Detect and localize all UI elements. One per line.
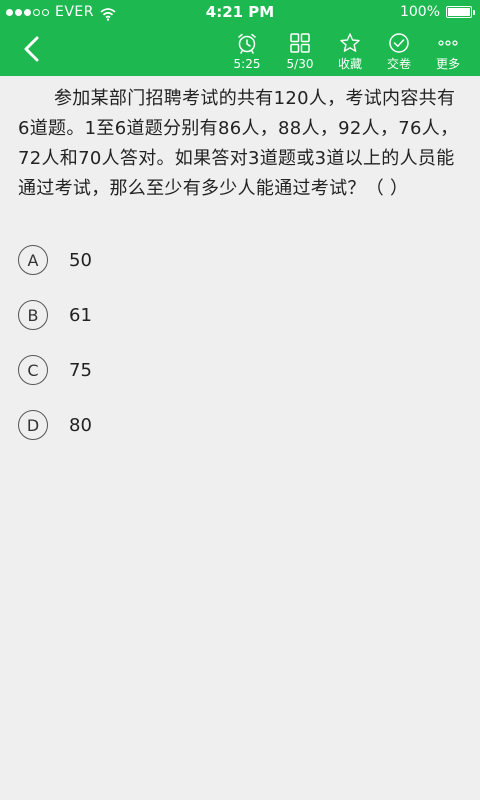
grid-icon bbox=[289, 32, 311, 54]
more-label: 更多 bbox=[435, 57, 460, 71]
top-header: EVER 4:21 PM 100% 5:25 5/30 收藏 交卷 更多 bbox=[0, 0, 480, 76]
question-text: 参加某部门招聘考试的共有120人，考试内容共有6道题。1至6道题分别有86人，8… bbox=[18, 88, 459, 199]
status-right: 100% bbox=[399, 0, 475, 24]
favorite-button[interactable]: 收藏 bbox=[325, 30, 375, 76]
check-circle-icon bbox=[388, 32, 410, 54]
progress-label: 5/30 bbox=[286, 57, 314, 71]
option-d-letter: D bbox=[18, 410, 48, 440]
option-d-value: 80 bbox=[69, 414, 92, 436]
star-icon bbox=[339, 32, 361, 54]
option-b-value: 61 bbox=[69, 304, 92, 326]
battery-icon bbox=[446, 6, 475, 18]
option-d[interactable]: D 80 bbox=[18, 408, 458, 442]
progress-button[interactable]: 5/30 bbox=[275, 30, 325, 76]
battery-percent: 100% bbox=[399, 4, 440, 20]
timer-label: 5:25 bbox=[233, 57, 261, 71]
option-c-letter: C bbox=[18, 355, 48, 385]
answer-options: A 50 B 61 C 75 D 80 bbox=[18, 243, 458, 463]
option-a-value: 50 bbox=[69, 249, 92, 271]
submit-button[interactable]: 交卷 bbox=[374, 30, 424, 76]
option-c-value: 75 bbox=[69, 359, 92, 381]
option-a[interactable]: A 50 bbox=[18, 243, 458, 277]
alarm-clock-icon bbox=[236, 32, 258, 54]
header-toolbar: 5:25 5/30 收藏 交卷 更多 bbox=[222, 30, 472, 76]
submit-label: 交卷 bbox=[386, 57, 411, 71]
option-b-letter: B bbox=[18, 300, 48, 330]
timer-button[interactable]: 5:25 bbox=[222, 30, 272, 76]
chevron-left-icon bbox=[22, 36, 40, 66]
option-c[interactable]: C 75 bbox=[18, 353, 458, 387]
favorite-label: 收藏 bbox=[337, 57, 362, 71]
more-button[interactable]: 更多 bbox=[423, 30, 473, 76]
option-a-letter: A bbox=[18, 245, 48, 275]
more-dots-icon bbox=[437, 32, 459, 54]
option-b[interactable]: B 61 bbox=[18, 298, 458, 332]
status-bar: EVER 4:21 PM 100% bbox=[0, 0, 480, 24]
battery-fill bbox=[448, 8, 470, 16]
back-button[interactable] bbox=[14, 34, 48, 68]
